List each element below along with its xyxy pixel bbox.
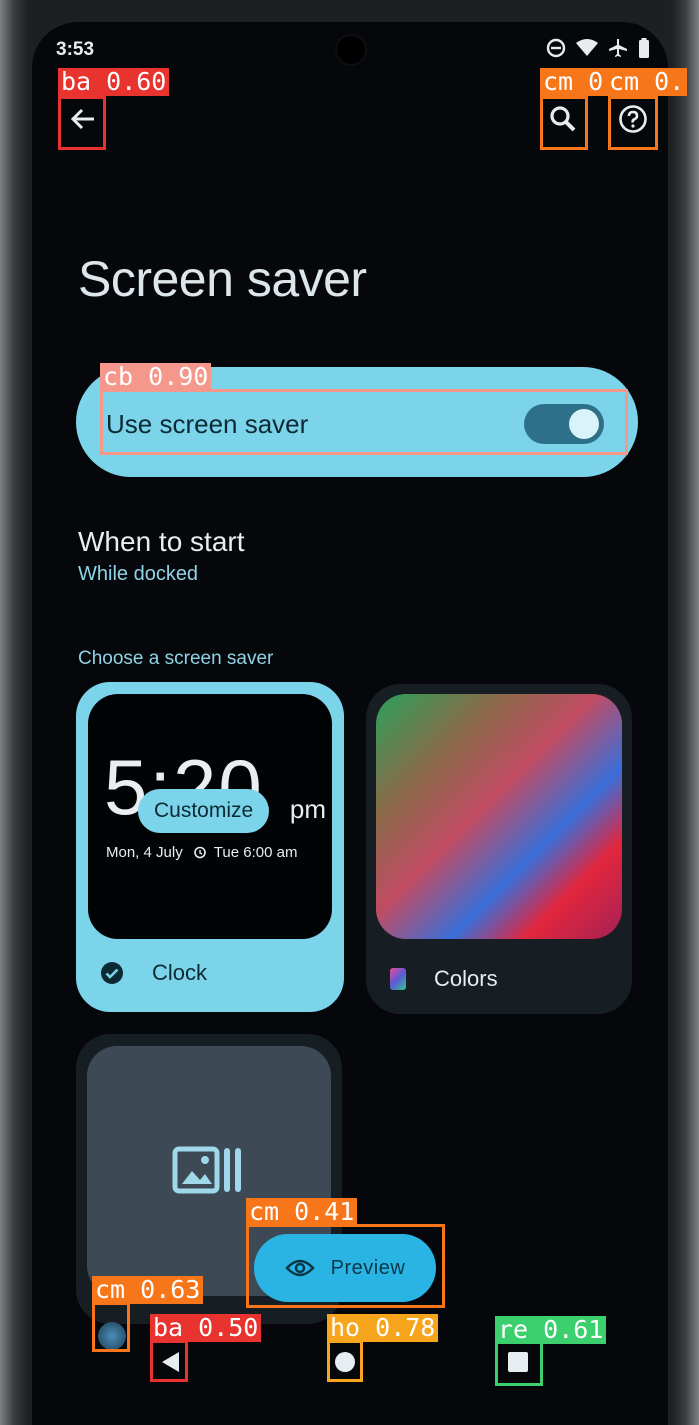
photo-frame-icon [172, 1146, 241, 1194]
back-button[interactable] [60, 96, 106, 142]
nav-back-icon [162, 1352, 179, 1372]
detection-label: cm 0.41 [246, 1198, 358, 1226]
dnd-icon [546, 38, 566, 58]
nav-home-button[interactable] [327, 1344, 363, 1380]
search-button[interactable] [540, 96, 586, 142]
toggle-label: Use screen saver [106, 409, 309, 439]
clock-saver-label: Clock [152, 960, 208, 985]
clock-preview-ampm: pm [289, 794, 326, 824]
check-circle-icon [101, 962, 123, 984]
search-icon [550, 106, 576, 132]
nav-recents-icon [508, 1352, 528, 1372]
nav-back-button[interactable] [152, 1344, 188, 1380]
use-screen-saver-switch[interactable] [524, 404, 604, 444]
choose-screen-saver-label: Choose a screen saver [78, 648, 274, 669]
clock-preview-alarm: Tue 6:00 am [213, 844, 298, 861]
preview-button-label: Preview [330, 1256, 406, 1279]
wifi-icon [576, 39, 598, 56]
when-to-start-value: While docked [78, 563, 199, 585]
page-title: Screen saver [78, 251, 367, 307]
when-to-start-title: When to start [78, 526, 245, 557]
eye-icon [285, 1259, 315, 1277]
nav-home-icon [335, 1352, 355, 1372]
clock-saver-footer: Clock [100, 960, 207, 986]
detection-label: ho 0.78 [327, 1314, 439, 1342]
status-icons [546, 38, 650, 58]
customize-button[interactable]: Customize [138, 789, 270, 833]
colors-preview [376, 694, 622, 939]
clock-saver-card[interactable]: 5:20 pm Mon, 4 July Tue 6:00 am Customiz… [76, 682, 344, 1012]
assistant-icon[interactable] [98, 1322, 126, 1350]
airplane-icon [609, 39, 627, 57]
detection-label: cm 0. [606, 68, 688, 96]
camera-cutout [335, 34, 367, 66]
detection-label: re 0.61 [495, 1316, 607, 1344]
help-icon [619, 105, 647, 133]
detection-label: cm 0.63 [92, 1276, 204, 1304]
detection-label: cb 0.90 [100, 363, 212, 391]
status-time: 3:53 [56, 39, 95, 60]
clock-preview: 5:20 pm Mon, 4 July Tue 6:00 am Customiz… [88, 694, 332, 939]
colors-saver-card[interactable]: Colors [366, 684, 632, 1014]
clock-preview-date-line: Mon, 4 July Tue 6:00 am [106, 844, 297, 861]
alarm-icon [194, 846, 206, 859]
preview-button[interactable]: Preview [254, 1234, 436, 1302]
help-button[interactable] [610, 96, 656, 142]
colors-swatch-icon [390, 968, 406, 990]
back-arrow-icon [70, 108, 94, 130]
battery-icon [639, 38, 649, 58]
colors-saver-label: Colors [434, 966, 498, 991]
switch-knob [569, 409, 599, 439]
detection-label: ba 0.50 [150, 1314, 262, 1342]
detection-label: ba 0.60 [58, 68, 170, 96]
nav-recents-button[interactable] [500, 1344, 536, 1380]
clock-preview-date: Mon, 4 July [106, 844, 183, 861]
colors-saver-footer: Colors [390, 966, 498, 992]
